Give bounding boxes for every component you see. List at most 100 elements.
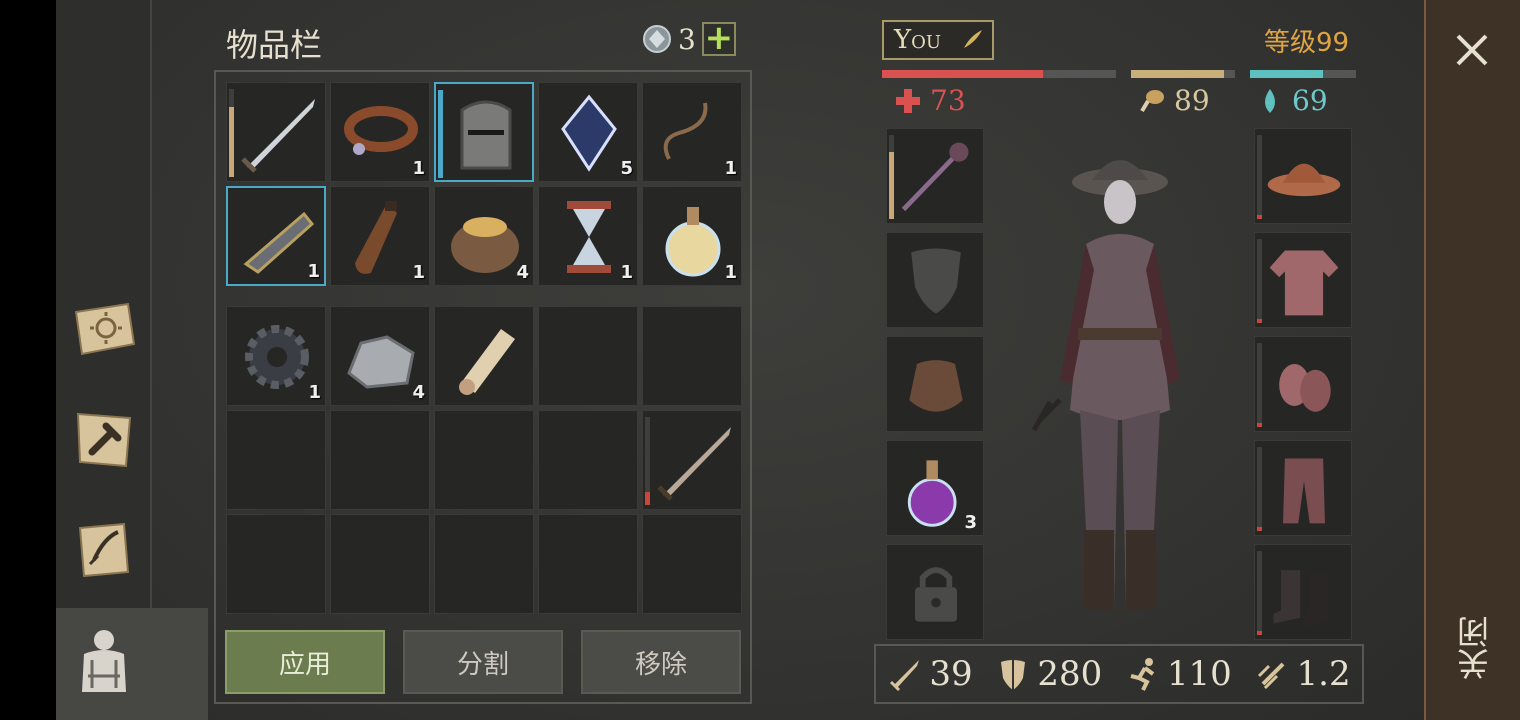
nav-quests-button[interactable] (64, 510, 144, 590)
close-icon[interactable] (1448, 26, 1496, 74)
slot-lock[interactable] (886, 544, 984, 640)
empty-slot[interactable] (434, 410, 534, 510)
slot-scroll[interactable] (434, 306, 534, 406)
food-value: 89 (1174, 84, 1210, 117)
slot-crystal[interactable]: 5 (538, 82, 638, 182)
slot-purple-potion[interactable]: 3 (886, 440, 984, 536)
mace-icon (901, 142, 969, 212)
slot-longsword[interactable] (642, 410, 742, 510)
slot-gear[interactable]: 1 (226, 306, 326, 406)
slot-grain-sack[interactable]: 4 (434, 186, 534, 286)
boots-icon (1273, 570, 1329, 628)
slot-pouch[interactable] (886, 336, 984, 432)
empty-slot[interactable] (538, 410, 638, 510)
empty-slot[interactable] (434, 514, 534, 614)
empty-slot[interactable] (538, 514, 638, 614)
slot-boots[interactable] (1254, 544, 1352, 640)
close-panel[interactable] (1424, 0, 1520, 720)
empty-slot[interactable] (330, 410, 430, 510)
attack-speed-icon (1257, 662, 1284, 690)
water-bar-fill (1250, 70, 1324, 78)
slot-chainmail-pants[interactable] (1254, 440, 1352, 536)
empty-slot[interactable] (226, 410, 326, 510)
hammer-map-icon (76, 412, 132, 468)
slot-sword[interactable] (226, 82, 326, 182)
empty-slot[interactable] (538, 306, 638, 406)
item-quantity: 1 (724, 158, 737, 179)
player-name-field[interactable]: You (882, 20, 994, 60)
food-bar-fill (1131, 70, 1224, 78)
armor-stat: 280 (995, 654, 1102, 694)
chainmail-shirt-icon (1269, 250, 1339, 316)
shield-armor-icon (1001, 660, 1026, 690)
health-value: 73 (930, 84, 966, 117)
apply-button[interactable]: 应用 (225, 630, 385, 694)
water-bar (1250, 70, 1356, 78)
edit-feather-icon[interactable] (960, 28, 984, 52)
item-quantity: 5 (620, 158, 633, 179)
gem-counter: 3 + (642, 21, 736, 56)
nav-journal-button[interactable] (64, 290, 144, 370)
slot-chainmail-gloves[interactable] (1254, 336, 1352, 432)
speed-stat: 110 (1125, 654, 1232, 694)
player-name: You (894, 25, 942, 55)
health-bar (882, 70, 1116, 78)
gem-icon (643, 25, 671, 53)
quest-scroll-icon (78, 522, 130, 578)
empty-slot[interactable] (642, 306, 742, 406)
nav-craft-button[interactable] (64, 400, 144, 480)
speed-value: 110 (1166, 654, 1232, 694)
empty-slot[interactable] (642, 514, 742, 614)
attack-stat: 39 (887, 654, 973, 694)
armor-value: 280 (1037, 654, 1103, 694)
slot-collar[interactable]: 1 (330, 82, 430, 182)
game-screen: 物品栏 3 + 15111411 14 应用 分割 移除 You 等级99 73… (0, 0, 1520, 720)
chainmail-pants-icon (1283, 458, 1325, 524)
slot-kettle-hat[interactable] (1254, 128, 1352, 224)
item-quantity: 1 (307, 261, 320, 282)
slot-leather-flask[interactable]: 1 (330, 186, 430, 286)
shield-slot-icon (911, 248, 961, 314)
water-value: 69 (1292, 84, 1328, 117)
slot-potion[interactable]: 1 (642, 186, 742, 286)
item-quantity: 1 (620, 262, 633, 283)
water-drop-icon (1265, 88, 1275, 113)
remove-button[interactable]: 移除 (581, 630, 741, 694)
inventory-hotbar-grid: 1 5 1 1 1 4 1 1 (226, 82, 742, 286)
sword-icon (241, 99, 315, 173)
slot-chainmail-shirt[interactable] (1254, 232, 1352, 328)
split-button[interactable]: 分割 (403, 630, 563, 694)
item-quantity: 4 (516, 262, 529, 283)
sword-attack-icon (890, 660, 920, 692)
gem-count: 3 (678, 22, 696, 56)
health-cross-icon (896, 88, 920, 113)
item-quantity: 1 (412, 262, 425, 283)
pouch-icon (909, 360, 963, 412)
slot-knight-helmet[interactable] (434, 82, 534, 182)
item-quantity: 3 (964, 512, 977, 533)
attack-speed-stat: 1.2 (1255, 654, 1351, 694)
buy-gems-button[interactable]: + (701, 21, 736, 56)
close-button-label[interactable]: 关闭 (1452, 616, 1494, 680)
longsword-icon (657, 427, 731, 501)
item-quantity: 1 (724, 262, 737, 283)
nav-character-button[interactable] (64, 620, 144, 700)
knight-helmet-icon (460, 100, 512, 170)
food-bar (1131, 70, 1235, 78)
character-model (1031, 160, 1180, 610)
item-quantity: 1 (412, 158, 425, 179)
empty-slot[interactable] (330, 514, 430, 614)
empty-slot[interactable] (226, 514, 326, 614)
food-stat: 89 (1138, 84, 1210, 117)
chainmail-gloves-icon (1279, 364, 1331, 412)
slot-crossbow-part[interactable]: 1 (226, 186, 326, 286)
kettle-hat-icon (1267, 163, 1341, 197)
slot-hourglass[interactable]: 1 (538, 186, 638, 286)
health-stat: 73 (894, 84, 966, 117)
slot-ore[interactable]: 4 (330, 306, 430, 406)
inventory-title: 物品栏 (226, 26, 323, 64)
slot-shield-slot[interactable] (886, 232, 984, 328)
food-drumstick-icon (1140, 89, 1164, 112)
slot-rope[interactable]: 1 (642, 82, 742, 182)
slot-mace[interactable] (886, 128, 984, 224)
